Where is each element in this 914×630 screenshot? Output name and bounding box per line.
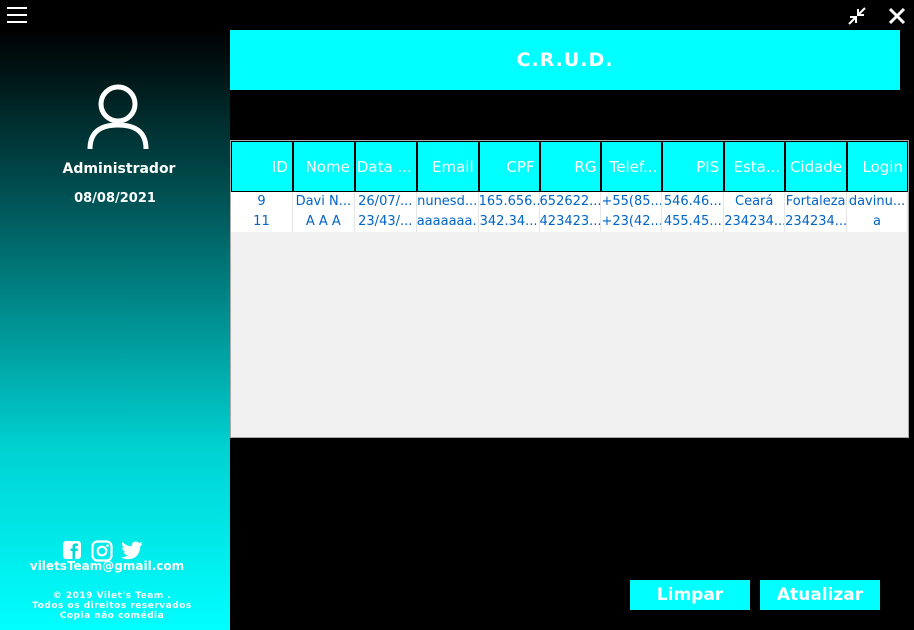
column-header[interactable]: Email: [416, 141, 479, 191]
table-cell[interactable]: 234234...: [785, 212, 848, 232]
user-name: Administrador: [62, 161, 176, 177]
table-cell[interactable]: aaaaaaa...: [417, 212, 479, 232]
current-date: 08/08/2021: [74, 191, 156, 206]
grid-header: ID Nome Data ... Email CPF RG Telef... PIS Esta.…: [231, 141, 908, 192]
user-icon: [85, 83, 151, 153]
close-icon[interactable]: [886, 5, 908, 27]
table-cell[interactable]: 23/43/...: [355, 212, 417, 232]
table-cell[interactable]: 165.656...: [479, 192, 540, 212]
table-cell[interactable]: 9: [231, 192, 293, 212]
table-cell[interactable]: 26/07/...: [355, 192, 417, 212]
page-title: C.R.U.D.: [516, 49, 614, 71]
copyright-text: © 2019 Vilet's Team .: [52, 591, 172, 601]
contact-email: viletsTeam@gmail.com: [29, 559, 185, 573]
column-header[interactable]: Esta...: [724, 141, 786, 191]
column-header[interactable]: Nome: [292, 141, 355, 191]
table-cell[interactable]: 11: [231, 212, 293, 232]
column-header[interactable]: Login: [847, 141, 908, 191]
column-header[interactable]: RG: [539, 141, 602, 191]
rights-text: Todos os direitos reservados: [32, 601, 192, 611]
table-row[interactable]: 9 Davi N... 26/07/... nunesd... 165.656... 65…: [231, 192, 908, 212]
table-cell[interactable]: 234234...: [724, 212, 786, 232]
column-header[interactable]: Cidade: [785, 141, 848, 191]
table-cell[interactable]: A A A: [293, 212, 355, 232]
hamburger-menu-icon[interactable]: [7, 7, 27, 23]
clear-button[interactable]: Limpar: [630, 580, 750, 610]
column-header[interactable]: Data ...: [354, 141, 417, 191]
page-header: C.R.U.D.: [230, 30, 900, 90]
column-header[interactable]: ID: [231, 141, 293, 191]
table-cell[interactable]: Fortaleza: [785, 192, 848, 212]
table-cell[interactable]: 455.45...: [662, 212, 725, 232]
table-row[interactable]: 11 A A A 23/43/... aaaaaaa... 342.34... 42342…: [231, 212, 908, 232]
tagline-text: Copia não comédia: [59, 611, 165, 621]
table-cell[interactable]: a: [847, 212, 908, 232]
sidebar: Administrador 08/08/2021 viletsTeam@gmai…: [0, 30, 230, 630]
column-header[interactable]: PIS: [662, 141, 725, 191]
table-cell[interactable]: Ceará: [724, 192, 786, 212]
column-header[interactable]: CPF: [478, 141, 540, 191]
table-cell[interactable]: Davi N...: [293, 192, 355, 212]
table-cell[interactable]: nunesd...: [417, 192, 479, 212]
compress-icon[interactable]: [846, 5, 868, 27]
data-grid[interactable]: ID Nome Data ... Email CPF RG Telef... PIS Esta.…: [230, 140, 909, 438]
table-cell[interactable]: 423423...: [540, 212, 602, 232]
table-cell[interactable]: 546.46...: [662, 192, 725, 212]
column-header[interactable]: Telef...: [601, 141, 663, 191]
table-cell[interactable]: davinu...: [847, 192, 908, 212]
refresh-button[interactable]: Atualizar: [760, 580, 880, 610]
table-cell[interactable]: +23(42...: [601, 212, 663, 232]
table-cell[interactable]: 342.34...: [479, 212, 540, 232]
grid-body: 9 Davi N... 26/07/... nunesd... 165.656... 65…: [231, 192, 908, 232]
table-cell[interactable]: +55(85...: [601, 192, 663, 212]
table-cell[interactable]: 652622...: [540, 192, 602, 212]
